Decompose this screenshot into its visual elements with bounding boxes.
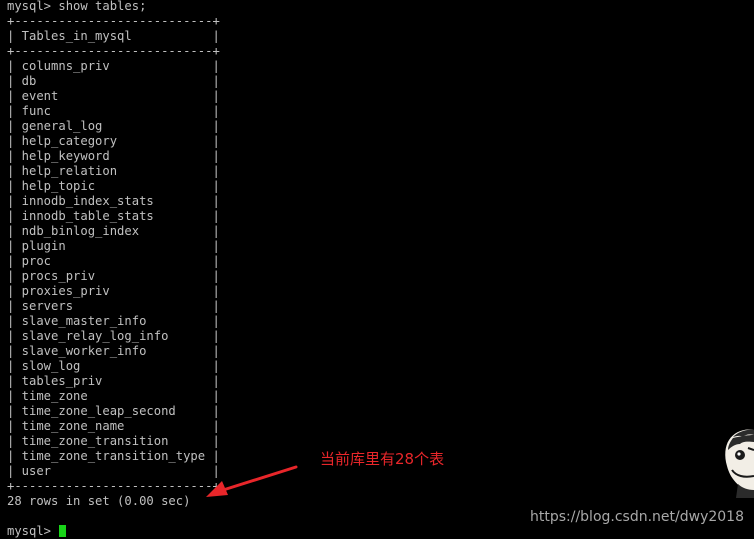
terminal-line: | time_zone_leap_second | xyxy=(7,404,220,418)
terminal-line: | db | xyxy=(7,74,220,88)
terminal-line: | plugin | xyxy=(7,239,220,253)
cursor-block xyxy=(59,525,67,537)
terminal-line: | help_category | xyxy=(7,134,220,148)
terminal-line: mysql> show tables; xyxy=(7,0,147,13)
terminal-line: | time_zone_transition | xyxy=(7,434,220,448)
terminal-line: | Tables_in_mysql | xyxy=(7,29,220,43)
terminal-line: | help_relation | xyxy=(7,164,220,178)
terminal-line: | procs_priv | xyxy=(7,269,220,283)
terminal-line: | proc | xyxy=(7,254,220,268)
terminal-line: | help_keyword | xyxy=(7,149,220,163)
terminal-line: | servers | xyxy=(7,299,220,313)
terminal-line: | ndb_binlog_index | xyxy=(7,224,220,238)
terminal-line: | slave_worker_info | xyxy=(7,344,220,358)
terminal-line: | tables_priv | xyxy=(7,374,220,388)
terminal-line: | func | xyxy=(7,104,220,118)
terminal-line: +---------------------------+ xyxy=(7,479,220,493)
terminal-line: +---------------------------+ xyxy=(7,44,220,58)
terminal-line: | slave_relay_log_info | xyxy=(7,329,220,343)
terminal-line: | user | xyxy=(7,464,220,478)
terminal-line: | slave_master_info | xyxy=(7,314,220,328)
terminal-line: | time_zone_transition_type | xyxy=(7,449,220,463)
terminal-line: | slow_log | xyxy=(7,359,220,373)
terminal-prompt: mysql> xyxy=(7,524,59,538)
terminal-line: | columns_priv | xyxy=(7,59,220,73)
terminal-line: | innodb_index_stats | xyxy=(7,194,220,208)
cartoon-face-icon xyxy=(724,426,754,502)
terminal-line: | time_zone_name | xyxy=(7,419,220,433)
terminal-line: | time_zone | xyxy=(7,389,220,403)
terminal-line: 28 rows in set (0.00 sec) xyxy=(7,494,191,508)
red-arrow-icon xyxy=(200,462,304,506)
terminal-line: | proxies_priv | xyxy=(7,284,220,298)
terminal-line: | event | xyxy=(7,89,220,103)
watermark-text: https://blog.csdn.net/dwy2018 xyxy=(529,509,744,525)
terminal-line: | help_topic | xyxy=(7,179,220,193)
terminal-line: +---------------------------+ xyxy=(7,14,220,28)
annotation-text: 当前库里有28个表 xyxy=(320,450,445,468)
terminal-line: | general_log | xyxy=(7,119,220,133)
terminal-line: | innodb_table_stats | xyxy=(7,209,220,223)
